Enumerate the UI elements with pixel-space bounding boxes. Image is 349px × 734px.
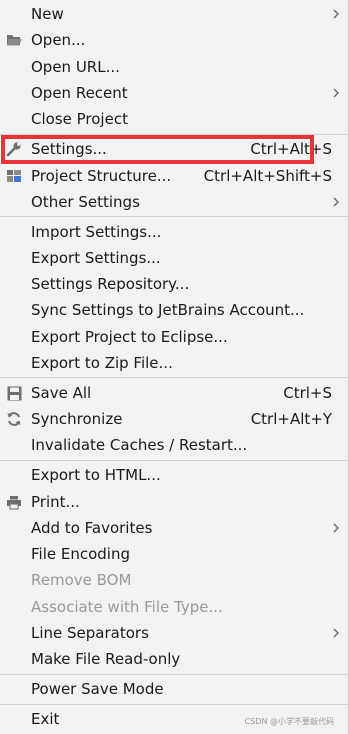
menu-item-label: Print... bbox=[31, 493, 80, 511]
menu-item-label: Exit bbox=[31, 710, 60, 728]
menu-item-other-settings[interactable]: Other Settings bbox=[0, 189, 348, 215]
menu-separator bbox=[0, 674, 348, 675]
menu-item-file-encoding[interactable]: File Encoding bbox=[0, 541, 348, 567]
menu-separator bbox=[0, 704, 348, 705]
menu-item-close-project[interactable]: Close Project bbox=[0, 106, 348, 132]
file-menu: New Open... Open URL... Open Recent Clos… bbox=[0, 0, 349, 734]
menu-item-label: Open URL... bbox=[31, 58, 120, 76]
menu-separator bbox=[0, 134, 348, 135]
menu-item-project-structure[interactable]: Project Structure... Ctrl+Alt+Shift+S bbox=[0, 163, 348, 189]
menu-item-make-read-only[interactable]: Make File Read-only bbox=[0, 646, 348, 672]
menu-item-shortcut: Ctrl+Alt+S bbox=[250, 140, 332, 158]
menu-item-label: Open... bbox=[31, 31, 86, 49]
menu-item-label: New bbox=[31, 5, 64, 23]
menu-item-label: Export to Zip File... bbox=[31, 354, 173, 372]
menu-item-shortcut: Ctrl+S bbox=[283, 384, 332, 402]
menu-item-synchronize[interactable]: Synchronize Ctrl+Alt+Y bbox=[0, 406, 348, 432]
menu-item-export-zip[interactable]: Export to Zip File... bbox=[0, 350, 348, 376]
menu-item-label: Other Settings bbox=[31, 193, 140, 211]
menu-item-settings[interactable]: Settings... Ctrl+Alt+S bbox=[0, 136, 348, 162]
menu-item-label: Export to HTML... bbox=[31, 466, 161, 484]
menu-item-shortcut: Ctrl+Alt+Y bbox=[250, 410, 332, 428]
menu-item-invalidate-caches[interactable]: Invalidate Caches / Restart... bbox=[0, 432, 348, 458]
menu-item-open[interactable]: Open... bbox=[0, 27, 348, 53]
menu-item-label: Project Structure... bbox=[31, 167, 172, 185]
menu-item-open-url[interactable]: Open URL... bbox=[0, 54, 348, 80]
menu-separator bbox=[0, 460, 348, 461]
wrench-icon bbox=[6, 141, 22, 157]
project-structure-icon bbox=[6, 168, 22, 184]
menu-item-power-save-mode[interactable]: Power Save Mode bbox=[0, 676, 348, 702]
menu-item-save-all[interactable]: Save All Ctrl+S bbox=[0, 380, 348, 406]
menu-item-new[interactable]: New bbox=[0, 1, 348, 27]
chevron-right-icon bbox=[333, 197, 339, 207]
printer-icon bbox=[6, 494, 22, 510]
menu-item-label: Import Settings... bbox=[31, 223, 162, 241]
menu-item-label: Line Separators bbox=[31, 624, 149, 642]
menu-item-label: Invalidate Caches / Restart... bbox=[31, 436, 248, 454]
menu-item-label: Associate with File Type... bbox=[31, 598, 223, 616]
sync-icon bbox=[6, 411, 22, 427]
menu-item-line-separators[interactable]: Line Separators bbox=[0, 620, 348, 646]
menu-item-label: Settings Repository... bbox=[31, 275, 190, 293]
menu-item-label: Add to Favorites bbox=[31, 519, 153, 537]
chevron-right-icon bbox=[333, 9, 339, 19]
menu-item-export-html[interactable]: Export to HTML... bbox=[0, 462, 348, 488]
menu-item-label: Export Settings... bbox=[31, 249, 161, 267]
menu-item-label: Synchronize bbox=[31, 410, 123, 428]
menu-separator bbox=[0, 216, 348, 217]
menu-item-remove-bom: Remove BOM bbox=[0, 567, 348, 593]
menu-item-export-settings[interactable]: Export Settings... bbox=[0, 245, 348, 271]
chevron-right-icon bbox=[333, 628, 339, 638]
chevron-right-icon bbox=[333, 88, 339, 98]
menu-item-label: Make File Read-only bbox=[31, 650, 181, 668]
menu-item-print[interactable]: Print... bbox=[0, 489, 348, 515]
menu-item-export-eclipse[interactable]: Export Project to Eclipse... bbox=[0, 324, 348, 350]
menu-item-associate-file-type: Associate with File Type... bbox=[0, 594, 348, 620]
menu-item-label: Open Recent bbox=[31, 84, 128, 102]
menu-separator bbox=[0, 377, 348, 378]
menu-item-label: Export Project to Eclipse... bbox=[31, 328, 228, 346]
menu-item-label: Power Save Mode bbox=[31, 680, 164, 698]
menu-item-label: Remove BOM bbox=[31, 571, 132, 589]
menu-item-label: Settings... bbox=[31, 140, 107, 158]
menu-item-add-favorites[interactable]: Add to Favorites bbox=[0, 515, 348, 541]
chevron-right-icon bbox=[333, 523, 339, 533]
watermark-text: CSDN @小学不要敲代码 bbox=[244, 717, 334, 726]
menu-item-label: Close Project bbox=[31, 110, 128, 128]
save-icon bbox=[6, 385, 22, 401]
menu-item-label: File Encoding bbox=[31, 545, 130, 563]
menu-item-shortcut: Ctrl+Alt+Shift+S bbox=[203, 167, 332, 185]
menu-item-sync-settings[interactable]: Sync Settings to JetBrains Account... bbox=[0, 297, 348, 323]
menu-item-settings-repository[interactable]: Settings Repository... bbox=[0, 271, 348, 297]
menu-item-open-recent[interactable]: Open Recent bbox=[0, 80, 348, 106]
folder-icon bbox=[6, 32, 22, 48]
menu-item-import-settings[interactable]: Import Settings... bbox=[0, 219, 348, 245]
menu-item-label: Save All bbox=[31, 384, 92, 402]
menu-item-label: Sync Settings to JetBrains Account... bbox=[31, 301, 305, 319]
